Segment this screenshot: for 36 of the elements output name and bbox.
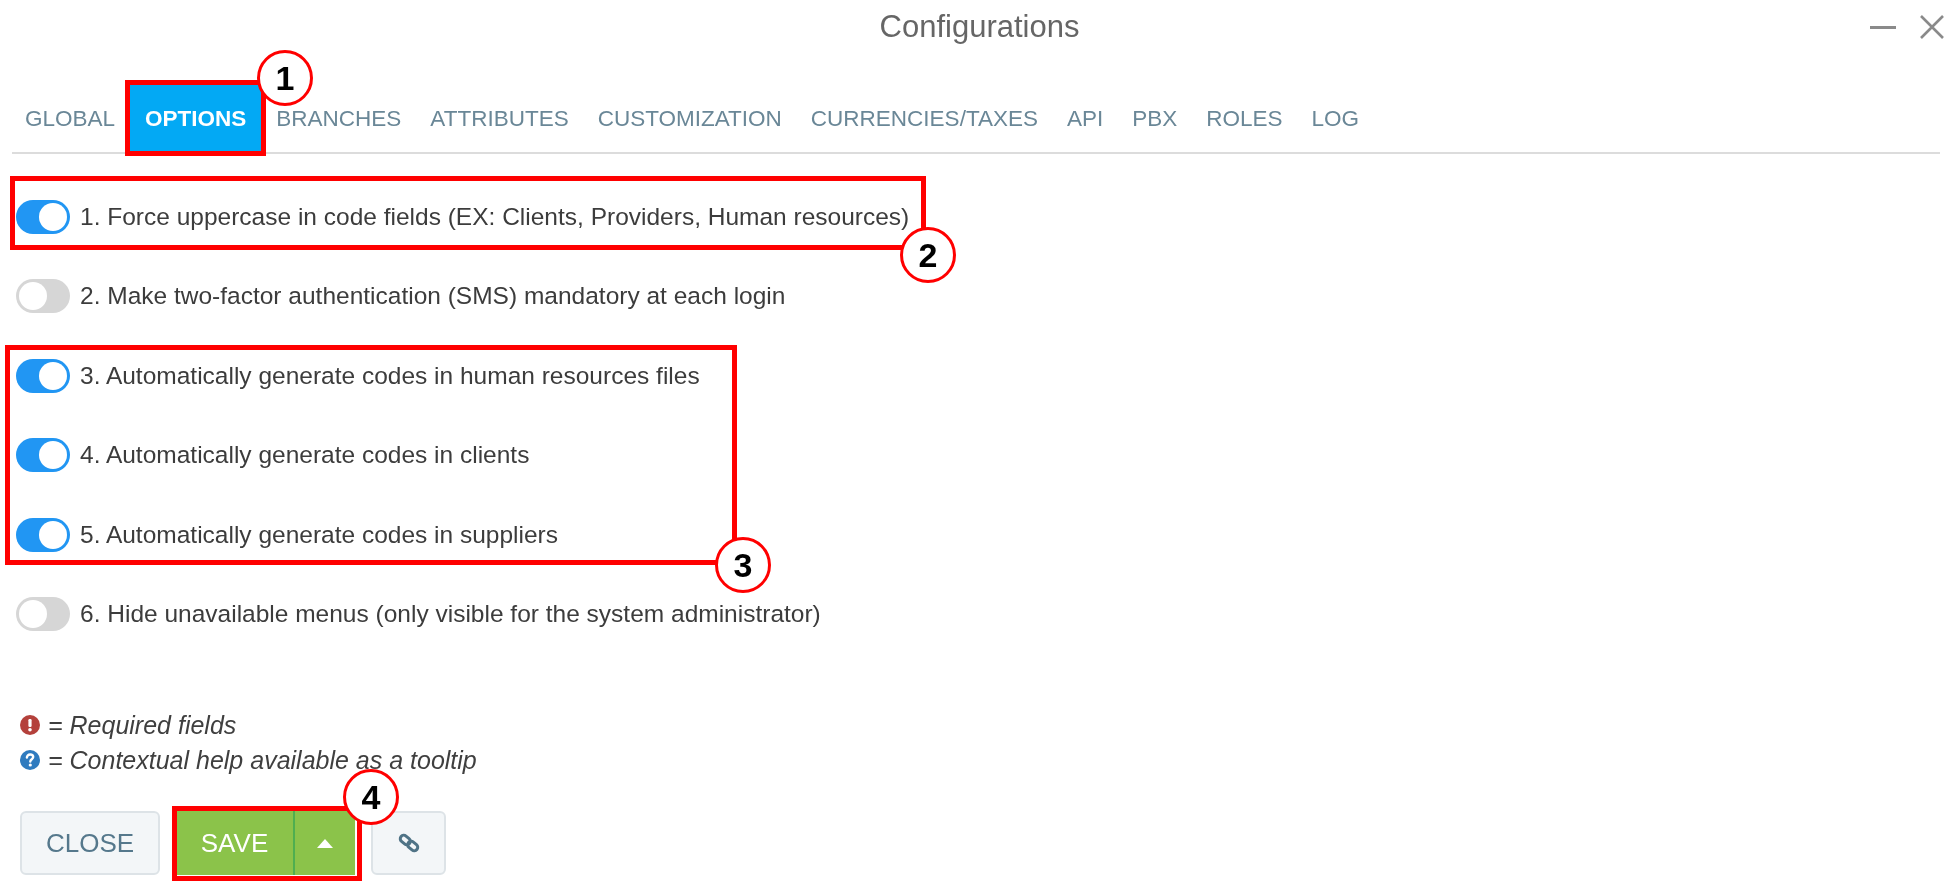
toggle-switch[interactable] (16, 199, 70, 234)
tab[interactable]: ATTRIBUTES (425, 106, 574, 131)
callout-number: 4 (343, 769, 399, 825)
window-title: Configurations (879, 9, 1080, 45)
close-icon[interactable] (1920, 15, 1944, 39)
option-label: 5. Automatically generate codes in suppliers (80, 520, 559, 549)
caret-up-icon (317, 838, 333, 848)
toggle-switch[interactable] (16, 438, 70, 473)
link-button[interactable] (371, 811, 446, 875)
option-label: 2. Make two-factor authentication (SMS) mandatory at each login (80, 282, 786, 311)
toggle-switch[interactable] (16, 517, 70, 552)
tab[interactable]: OPTIONS (129, 85, 263, 152)
tab[interactable]: PBX (1127, 106, 1183, 131)
save-options-button[interactable] (293, 811, 355, 875)
option-label: 3. Automatically generate codes in human resources files (80, 361, 700, 390)
option-label: 6. Hide unavailable menus (only visible for the system administrator) (80, 600, 821, 629)
callout-number: 3 (715, 537, 771, 593)
callout-number: 1 (257, 50, 313, 106)
link-icon (397, 832, 420, 854)
toggle-switch[interactable] (16, 597, 70, 632)
legend-text: = Required fields (48, 710, 237, 740)
tab[interactable]: BRANCHES (271, 106, 407, 131)
save-button[interactable]: SAVE (176, 811, 293, 875)
help-icon (20, 750, 40, 770)
tab[interactable]: API (1062, 106, 1109, 131)
close-button[interactable]: CLOSE (20, 811, 160, 875)
toggle-switch[interactable] (16, 279, 70, 314)
tab[interactable]: ROLES (1201, 106, 1288, 131)
toggle-switch[interactable] (16, 358, 70, 393)
exclamation-icon (20, 715, 40, 735)
option-label: 4. Automatically generate codes in clients (80, 441, 530, 470)
tab[interactable]: CURRENCIES/TAXES (805, 106, 1043, 131)
tab[interactable]: LOG (1306, 106, 1365, 131)
tab[interactable]: GLOBAL (20, 106, 121, 131)
minimize-icon[interactable] (1870, 25, 1896, 29)
tab[interactable]: CUSTOMIZATION (592, 106, 787, 131)
